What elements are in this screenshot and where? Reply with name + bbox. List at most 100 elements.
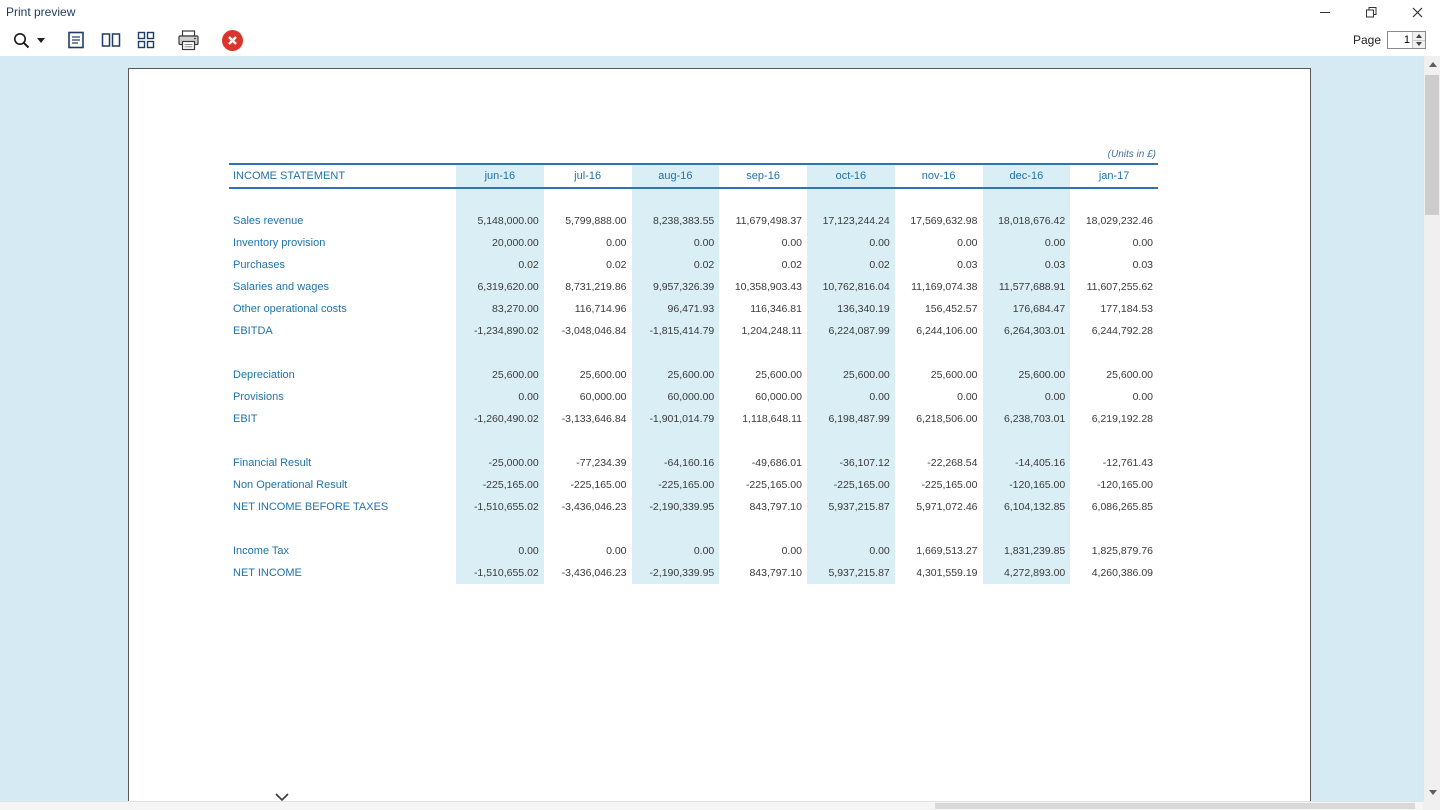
report-page: (Units in £) INCOME STATEMENT jun-16 jul-1…	[128, 68, 1311, 810]
four-page-view-button[interactable]	[133, 27, 159, 53]
minimize-icon	[1320, 11, 1330, 13]
scroll-down-icon	[1428, 790, 1437, 795]
row-label: Inventory provision	[233, 237, 326, 249]
value-cell: 1,118,648.11	[742, 413, 802, 425]
one-page-view-button[interactable]	[63, 27, 89, 53]
row-label: EBIT	[233, 413, 258, 425]
value-cell: 0.02	[781, 259, 802, 271]
print-button[interactable]	[173, 27, 204, 53]
value-cell: 10,762,816.04	[822, 281, 890, 293]
value-cell: 116,346.81	[750, 303, 802, 315]
two-page-view-button[interactable]	[97, 27, 125, 53]
value-cell: 5,971,072.46	[916, 501, 978, 513]
scroll-up-button[interactable]	[1424, 56, 1440, 73]
value-cell: -1,510,655.02	[473, 567, 539, 579]
income-statement-table: INCOME STATEMENT jun-16 jul-16 aug-16 sep-16…	[229, 163, 1158, 584]
value-cell: 0.00	[1132, 391, 1153, 403]
value-cell: 6,219,192.28	[1091, 413, 1153, 425]
value-cell: 6,319,620.00	[477, 281, 539, 293]
value-cell: 0.00	[869, 391, 890, 403]
value-cell: 0.00	[693, 237, 715, 249]
value-cell: -3,436,046.23	[561, 501, 627, 513]
value-cell: -64,160.16	[664, 457, 715, 469]
value-cell: 4,301,559.19	[916, 567, 978, 579]
value-cell: 0.02	[693, 259, 715, 271]
four-pages-icon	[137, 31, 155, 49]
value-cell: -225,165.00	[921, 479, 978, 491]
value-cell: 1,204,248.11	[741, 325, 802, 337]
value-cell: 11,577,688.91	[998, 281, 1066, 293]
value-cell: 6,218,506.00	[916, 413, 978, 425]
value-cell: -225,165.00	[658, 479, 715, 491]
two-pages-icon	[101, 33, 121, 47]
value-cell: -3,133,646.84	[561, 413, 627, 425]
value-cell: 96,471.93	[667, 303, 715, 315]
spinner-up-icon	[1416, 33, 1422, 38]
table-row: Other operational costs 83,270.00 116,714.…	[229, 298, 1158, 320]
caret-down-icon[interactable]	[37, 37, 45, 43]
table-row: Salaries and wages 6,319,620.00 8,731,219.…	[229, 276, 1158, 298]
page-down-button[interactable]	[1413, 39, 1425, 48]
value-cell: 0.00	[518, 391, 539, 403]
page-controls: Page	[1353, 31, 1432, 49]
value-cell: -1,901,014.79	[649, 413, 715, 425]
page-number-box	[1387, 31, 1426, 49]
row-label: NET INCOME BEFORE TAXES	[233, 501, 389, 513]
row-label: Income Tax	[233, 545, 290, 557]
value-cell: 0.00	[1044, 391, 1066, 403]
restore-button[interactable]	[1348, 0, 1394, 24]
value-cell: 1,831,239.85	[1003, 545, 1066, 557]
chevron-down-icon[interactable]	[274, 789, 290, 802]
value-cell: 20,000.00	[492, 237, 539, 249]
close-preview-button[interactable]	[218, 27, 247, 53]
vertical-scrollbar-thumb[interactable]	[1425, 75, 1439, 215]
table-row: Sales revenue 5,148,000.00 5,799,888.00 8,2…	[229, 210, 1158, 232]
horizontal-scrollbar[interactable]	[0, 801, 1423, 810]
value-cell: 18,029,232.46	[1085, 215, 1153, 227]
row-label: EBITDA	[233, 325, 273, 337]
value-cell: 1,669,513.27	[916, 545, 978, 557]
value-cell: 17,123,244.24	[822, 215, 890, 227]
units-note: (Units in £)	[1107, 149, 1156, 160]
value-cell: 6,264,303.01	[1003, 325, 1066, 337]
value-cell: 5,148,000.00	[477, 215, 539, 227]
scroll-down-button[interactable]	[1424, 784, 1440, 801]
value-cell: 4,272,893.00	[1003, 567, 1066, 579]
value-cell: -25,000.00	[488, 457, 539, 469]
table-row: EBIT -1,260,490.02 -3,133,646.84 -1,901,014…	[229, 408, 1158, 430]
value-cell: 25,600.00	[579, 369, 627, 381]
title-bar: Print preview	[0, 0, 1440, 24]
scrollbar-corner	[1423, 801, 1440, 810]
value-cell: 843,797.10	[749, 501, 802, 513]
window-title: Print preview	[6, 5, 76, 19]
column-header: sep-16	[719, 163, 807, 189]
page-number-input[interactable]	[1388, 32, 1412, 48]
row-label: Other operational costs	[233, 303, 347, 315]
zoom-button[interactable]	[8, 27, 49, 53]
horizontal-scrollbar-thumb[interactable]	[935, 803, 1415, 809]
value-cell: 8,238,383.55	[652, 215, 715, 227]
value-cell: 6,244,106.00	[916, 325, 978, 337]
minimize-button[interactable]	[1302, 0, 1348, 24]
scroll-up-icon	[1428, 62, 1437, 67]
page-up-button[interactable]	[1413, 32, 1425, 40]
value-cell: -225,165.00	[482, 479, 539, 491]
value-cell: 11,607,255.62	[1086, 281, 1153, 293]
row-label: Non Operational Result	[233, 479, 348, 491]
caption-buttons	[1302, 0, 1440, 24]
value-cell: 0.00	[957, 237, 978, 249]
toolbar: Page	[0, 24, 1440, 56]
value-cell: 116,714.96	[574, 303, 627, 315]
value-cell: 17,569,632.98	[910, 215, 978, 227]
value-cell: 11,169,074.38	[911, 281, 978, 293]
close-window-button[interactable]	[1394, 0, 1440, 24]
spinner-down-icon	[1416, 42, 1422, 47]
vertical-scrollbar[interactable]	[1423, 56, 1440, 801]
one-page-icon	[68, 31, 84, 49]
red-cancel-icon	[222, 29, 243, 51]
value-cell: 11,679,498.37	[735, 215, 802, 227]
value-cell: 6,244,792.28	[1091, 325, 1153, 337]
value-cell: 0.00	[1132, 237, 1153, 249]
value-cell: -3,436,046.23	[561, 567, 627, 579]
table-row: Inventory provision 20,000.00 0.00 0.00 0.00…	[229, 232, 1158, 254]
